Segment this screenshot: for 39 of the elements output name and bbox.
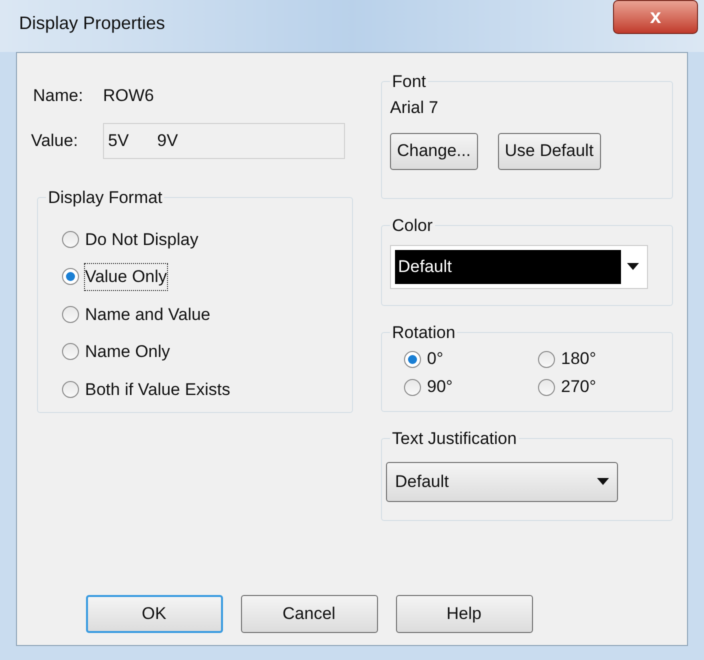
font-button[interactable]: Change...: [390, 132, 478, 170]
radio-label[interactable]: Value Only: [85, 264, 167, 290]
group-title: Rotation: [391, 322, 456, 344]
radio-label[interactable]: 0°: [427, 346, 444, 372]
radio-button[interactable]: [62, 306, 79, 323]
window-title: Display Properties: [19, 12, 166, 35]
radio-label[interactable]: 180°: [561, 346, 596, 372]
radio-button[interactable]: [404, 378, 421, 396]
radio-label[interactable]: Do Not Display: [85, 226, 198, 252]
radio-label[interactable]: 270°: [561, 374, 596, 400]
group-title: Display Format: [47, 187, 164, 209]
field-label: Value:: [31, 130, 79, 152]
radio-button[interactable]: [62, 268, 79, 286]
color-swatch: Default: [395, 250, 621, 284]
radio-button[interactable]: [62, 230, 79, 248]
font-button[interactable]: Use Default: [498, 132, 601, 170]
field-label: Name:: [32, 85, 84, 108]
name-value: ROW6: [103, 85, 154, 108]
radio-button[interactable]: [62, 343, 79, 360]
dropdown-arrow-icon: [597, 478, 609, 485]
dialog-button[interactable]: Cancel: [240, 595, 378, 633]
justification-dropdown[interactable]: Default: [386, 462, 618, 502]
radio-button[interactable]: [538, 378, 555, 396]
radio-button[interactable]: [404, 350, 421, 368]
dropdown-arrow-icon: [627, 263, 639, 270]
radio-label[interactable]: Name Only: [85, 339, 170, 364]
font-name: Arial 7: [390, 96, 440, 118]
radio-label[interactable]: 90°: [427, 374, 453, 400]
group-title: Color: [391, 215, 434, 237]
dialog-button[interactable]: Help: [396, 595, 532, 633]
radio-label[interactable]: Name and Value: [85, 302, 210, 327]
color-dropdown[interactable]: Default: [390, 244, 648, 288]
radio-button[interactable]: [62, 380, 79, 398]
group-title: Font: [391, 71, 428, 93]
radio-label[interactable]: Both if Value Exists: [85, 376, 230, 402]
group-title: Text Justification: [391, 428, 518, 450]
radio-button[interactable]: [538, 350, 555, 368]
value-field[interactable]: 5V 9V: [103, 123, 345, 159]
dialog-button[interactable]: OK: [86, 595, 222, 633]
